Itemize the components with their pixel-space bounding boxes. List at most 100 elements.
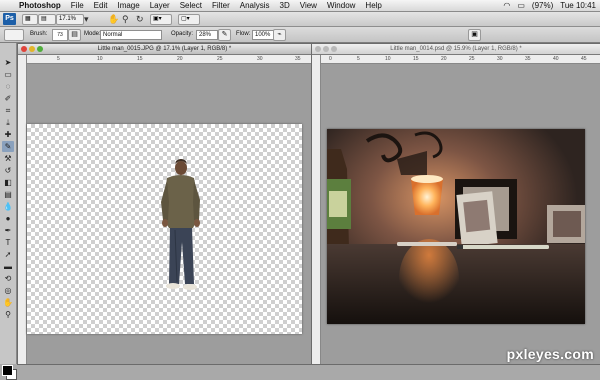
horizontal-ruler[interactable]: 0 5 10 15 20 25 30 35 40 45 [321, 55, 600, 64]
ruler-tick: 35 [525, 56, 531, 62]
marquee-tool-icon[interactable]: ▭ [2, 69, 14, 80]
menu-bar: Photoshop File Edit Image Layer Select Filter A… [0, 0, 600, 12]
menu-select[interactable]: Select [180, 1, 202, 10]
ruler-tick: 45 [581, 56, 587, 62]
tool-preset-picker[interactable] [4, 29, 24, 41]
menu-help[interactable]: Help [365, 1, 381, 10]
minimize-button[interactable] [29, 46, 35, 52]
hand-tool-icon[interactable]: ✋ [2, 297, 14, 308]
dodge-tool-icon[interactable]: ● [2, 213, 14, 224]
zoom-tool-icon[interactable]: ⚲ [2, 309, 14, 320]
menu-3d[interactable]: 3D [280, 1, 290, 10]
brush-panel-toggle-icon[interactable]: ▤ [68, 29, 81, 41]
zoom-tool-icon[interactable]: ⚲ [122, 12, 129, 26]
menu-window[interactable]: Window [327, 1, 355, 10]
mini-bridge-button[interactable]: ▤ [38, 14, 56, 25]
brush-size-picker[interactable]: 73 [52, 29, 68, 41]
zoom-button[interactable] [37, 46, 43, 52]
document-window-right[interactable]: Little man_0014.psd @ 15.9% (Layer 1, RG… [311, 43, 600, 365]
window-controls [315, 46, 339, 54]
hand-tool-icon[interactable]: ✋ [108, 12, 119, 26]
type-tool-icon[interactable]: T [2, 237, 14, 248]
opacity-field[interactable]: 28% [196, 30, 218, 40]
flow-label: Flow: [236, 31, 251, 37]
history-brush-tool-icon[interactable]: ↺ [2, 165, 14, 176]
eraser-tool-icon[interactable]: ◧ [2, 177, 14, 188]
3d-orbit-tool-icon[interactable]: ◎ [2, 285, 14, 296]
room-photo-canvas[interactable] [327, 129, 585, 324]
document-tab-left[interactable]: Little man_0015.JPG @ 17.1% (Layer 1, RG… [18, 44, 311, 55]
shape-tool-icon[interactable]: ▬ [2, 261, 14, 272]
document-title-right: Little man_0014.psd @ 15.9% (Layer 1, RG… [390, 46, 522, 52]
battery-icon[interactable]: ▭ [517, 1, 525, 10]
arrange-documents-button[interactable]: ▣▾ [150, 14, 172, 25]
menu-photoshop[interactable]: Photoshop [19, 1, 61, 10]
crop-tool-icon[interactable]: ⌗ [2, 105, 14, 116]
rotate-view-icon[interactable]: ↻ [136, 12, 144, 26]
flow-field[interactable]: 100% [252, 30, 274, 40]
vertical-ruler[interactable] [312, 55, 321, 364]
menu-view[interactable]: View [300, 1, 317, 10]
gradient-tool-icon[interactable]: ▤ [2, 189, 14, 200]
mode-label: Mode: [84, 31, 101, 37]
menu-filter[interactable]: Filter [212, 1, 230, 10]
screen-mode-button[interactable]: ▢▾ [178, 14, 200, 25]
ruler-tick: 40 [553, 56, 559, 62]
menu-analysis[interactable]: Analysis [240, 1, 270, 10]
wifi-icon[interactable]: ◠ [503, 1, 510, 10]
lasso-tool-icon[interactable]: ◌ [2, 81, 14, 92]
foreground-color-swatch[interactable] [2, 365, 13, 376]
status-menus: ◠ ▭ (97%) Tue 10:41 [496, 0, 596, 11]
mode-dropdown[interactable]: Normal [100, 30, 162, 40]
clock[interactable]: Tue 10:41 [560, 1, 596, 10]
airbrush-icon[interactable]: ⌁ [273, 29, 286, 41]
pressure-opacity-icon[interactable]: ✎ [218, 29, 231, 41]
quick-select-tool-icon[interactable]: ✐ [2, 93, 14, 104]
menu-file[interactable]: File [71, 1, 84, 10]
document-window-left[interactable]: Little man_0015.JPG @ 17.1% (Layer 1, RG… [17, 43, 312, 365]
menu-list: Photoshop File Edit Image Layer Select Filter A… [19, 0, 392, 11]
blur-tool-icon[interactable]: 💧 [2, 201, 14, 212]
ruler-tick: 0 [329, 56, 332, 62]
close-button[interactable] [21, 46, 27, 52]
vertical-ruler[interactable] [18, 55, 27, 364]
ruler-tick: 20 [441, 56, 447, 62]
bridge-button[interactable]: ▦ [22, 14, 38, 25]
ruler-tick: 25 [469, 56, 475, 62]
ruler-tick: 10 [385, 56, 391, 62]
zoom-level-dropdown[interactable]: 17.1% [56, 14, 84, 25]
transparent-canvas[interactable] [27, 124, 302, 334]
ruler-tick: 15 [137, 56, 143, 62]
candle-room-photo [327, 129, 585, 324]
eyedropper-tool-icon[interactable]: ⤓ [2, 117, 14, 128]
3d-rotate-tool-icon[interactable]: ⟲ [2, 273, 14, 284]
horizontal-ruler[interactable]: 5 10 15 20 25 30 35 [27, 55, 311, 64]
photoshop-logo: Ps [3, 13, 16, 25]
document-tab-right[interactable]: Little man_0014.psd @ 15.9% (Layer 1, RG… [312, 44, 600, 55]
menu-layer[interactable]: Layer [150, 1, 170, 10]
window-controls [21, 46, 45, 54]
brush-tool-icon[interactable]: ✎ [2, 141, 14, 152]
minimize-button[interactable] [323, 46, 329, 52]
healing-tool-icon[interactable]: ✚ [2, 129, 14, 140]
close-button[interactable] [315, 46, 321, 52]
zoom-button[interactable] [331, 46, 337, 52]
path-select-tool-icon[interactable]: ➚ [2, 249, 14, 260]
ruler-tick: 20 [177, 56, 183, 62]
ruler-tick: 10 [97, 56, 103, 62]
pen-tool-icon[interactable]: ✒ [2, 225, 14, 236]
ruler-tick: 5 [57, 56, 60, 62]
move-tool-icon[interactable]: ➤ [2, 57, 14, 68]
watermark: pxleyes.com [506, 346, 594, 362]
pressure-size-icon[interactable]: ▣ [468, 29, 481, 41]
menu-edit[interactable]: Edit [94, 1, 108, 10]
clone-stamp-tool-icon[interactable]: ⚒ [2, 153, 14, 164]
options-bar: Brush: 73 ▤ Mode: Normal Opacity: 28% ✎ … [0, 27, 600, 43]
brush-label: Brush: [30, 31, 48, 37]
ruler-tick: 5 [357, 56, 360, 62]
menu-image[interactable]: Image [117, 1, 139, 10]
ruler-tick: 15 [413, 56, 419, 62]
tools-panel: ➤ ▭ ◌ ✐ ⌗ ⤓ ✚ ✎ ⚒ ↺ ◧ ▤ 💧 ● ✒ T ➚ ▬ ⟲ ◎ … [0, 43, 17, 380]
arrow-icon[interactable]: ▾ [84, 12, 89, 26]
ruler-tick: 30 [497, 56, 503, 62]
